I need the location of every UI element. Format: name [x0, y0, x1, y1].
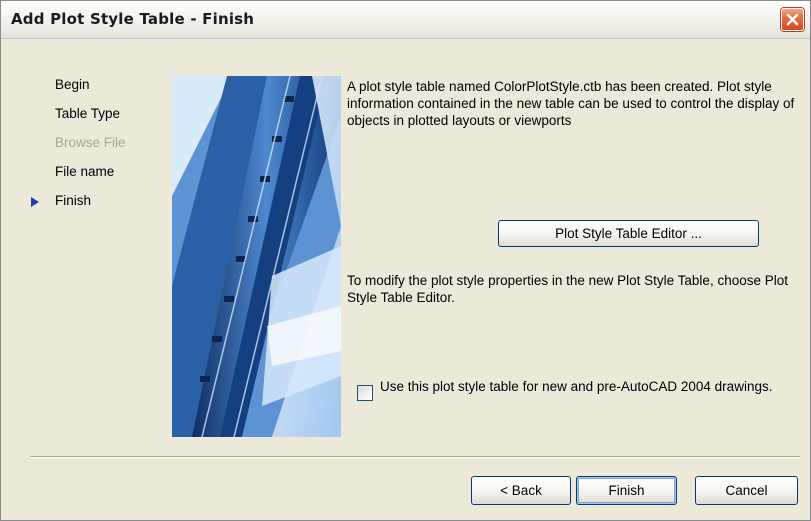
- triangle-right-icon: [31, 197, 39, 207]
- footer-divider: [30, 456, 800, 458]
- finish-button[interactable]: Finish: [576, 476, 677, 505]
- nav-item-label: Table Type: [55, 106, 121, 121]
- plotter-illustration: [172, 76, 341, 437]
- nav-item-table-type: Table Type: [31, 105, 166, 134]
- wizard-side-image: [172, 76, 341, 437]
- add-plot-style-table-dialog: Add Plot Style Table - Finish Begin Tabl…: [0, 0, 811, 521]
- checkbox-label[interactable]: Use this plot style table for new and pr…: [380, 378, 790, 395]
- title-bar[interactable]: Add Plot Style Table - Finish: [1, 1, 810, 39]
- nav-item-browse-file: Browse File: [31, 134, 166, 163]
- nav-item-file-name: File name: [31, 163, 166, 192]
- nav-item-label: Finish: [55, 193, 92, 208]
- cancel-button[interactable]: Cancel: [695, 476, 798, 505]
- close-button[interactable]: [781, 8, 804, 31]
- window-title: Add Plot Style Table - Finish: [11, 10, 255, 28]
- use-for-new-drawings-checkbox[interactable]: [357, 385, 373, 401]
- back-button[interactable]: < Back: [471, 476, 571, 505]
- nav-item-label: Begin: [55, 77, 90, 92]
- completion-description: A plot style table named ColorPlotStyle.…: [347, 79, 795, 128]
- plot-style-table-editor-button[interactable]: Plot Style Table Editor ...: [498, 220, 759, 247]
- nav-item-label: File name: [55, 164, 115, 179]
- close-icon: [786, 13, 799, 26]
- nav-item-label: Browse File: [55, 135, 126, 150]
- wizard-step-list: Begin Table Type Browse File File name F…: [31, 76, 166, 221]
- nav-item-finish: Finish: [31, 192, 166, 221]
- modify-instructions: To modify the plot style properties in t…: [347, 273, 788, 305]
- nav-item-begin: Begin: [31, 76, 166, 105]
